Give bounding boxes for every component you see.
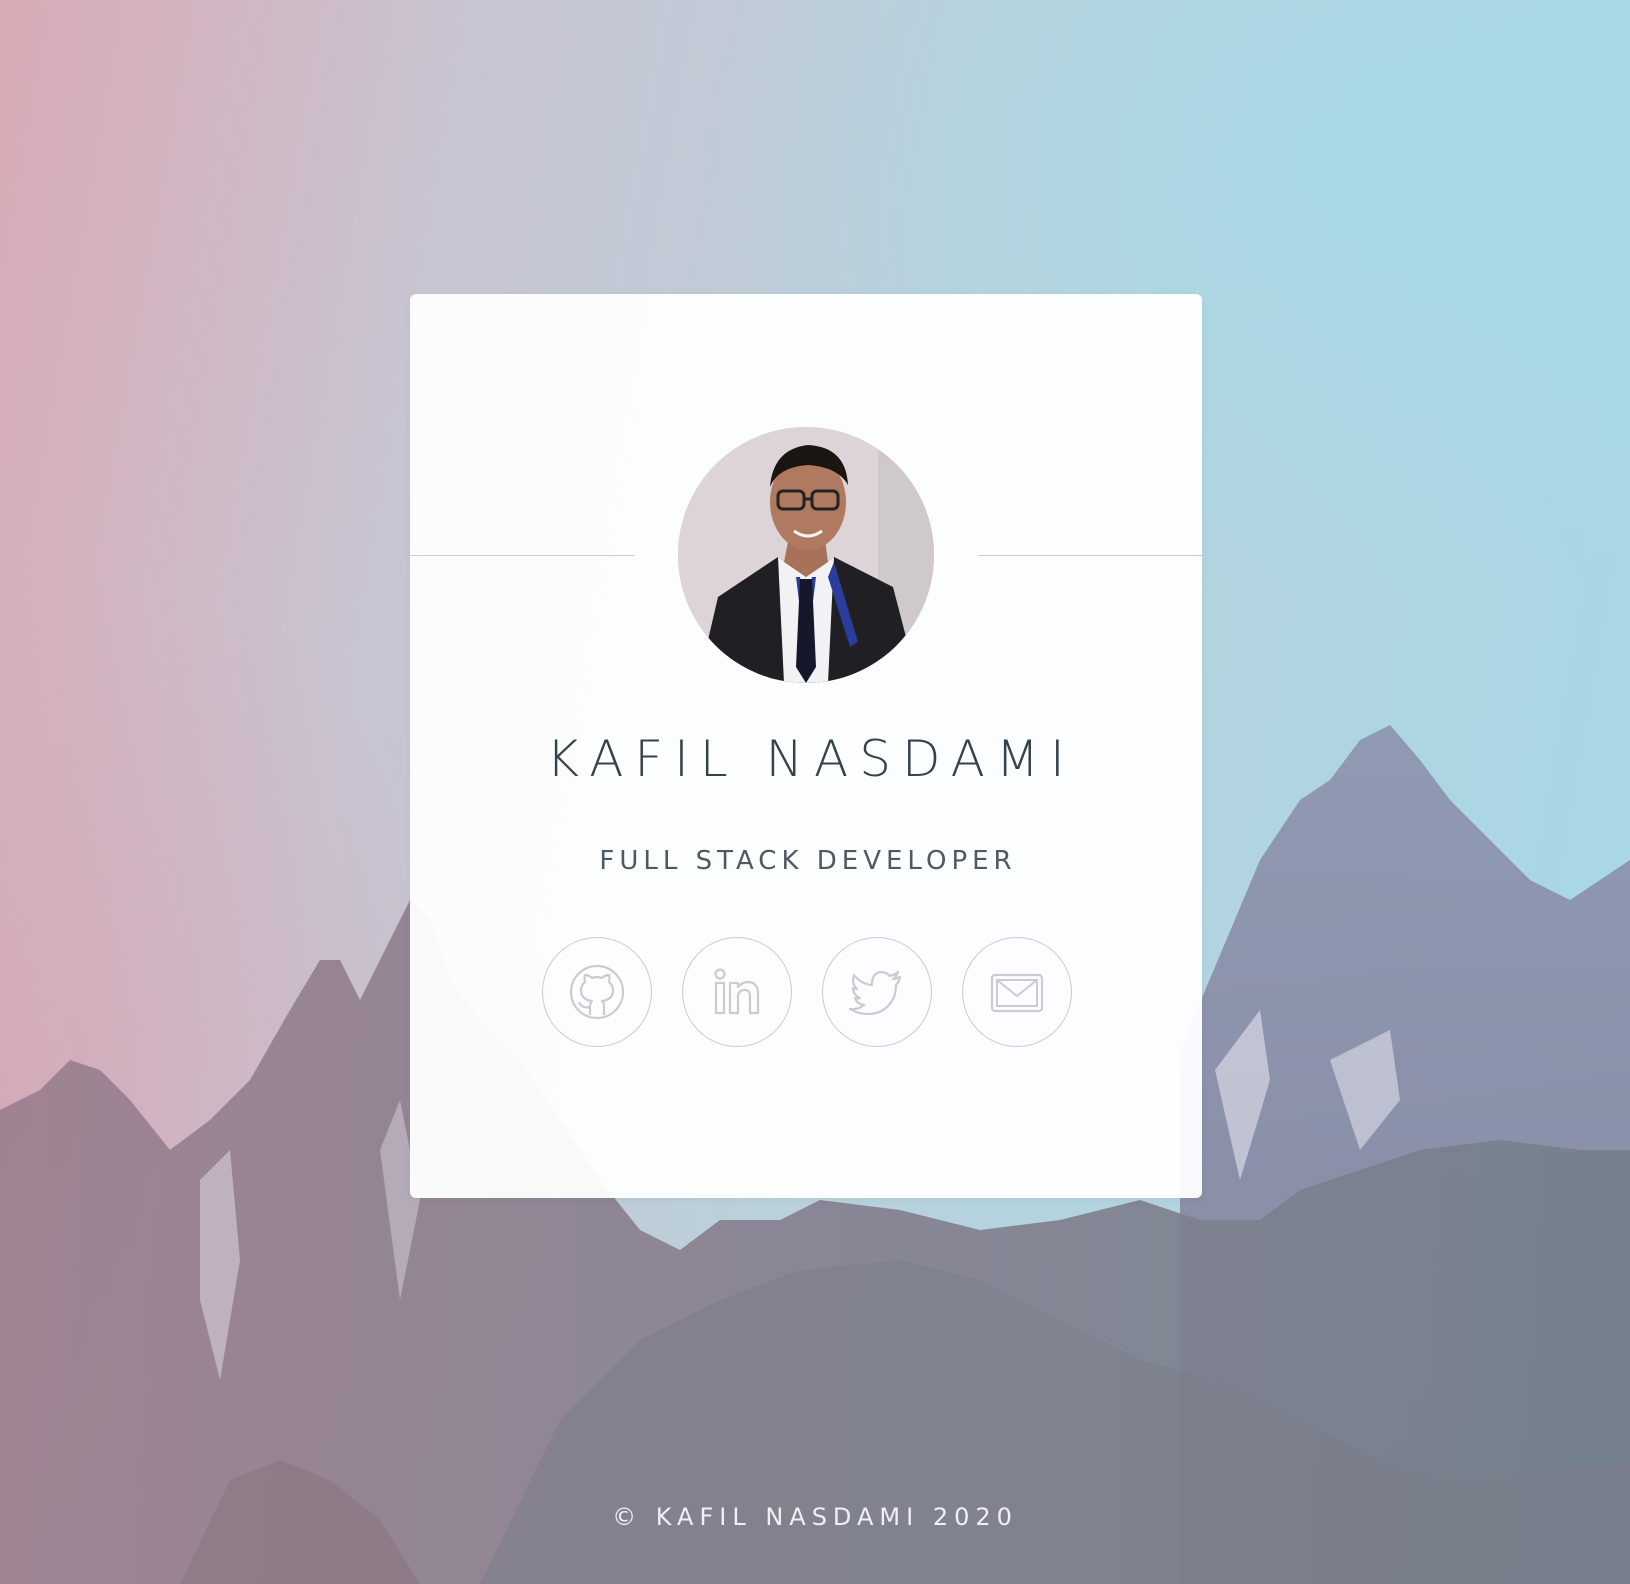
github-link[interactable] xyxy=(542,937,652,1047)
divider-left xyxy=(410,555,634,556)
divider-right xyxy=(978,555,1202,556)
profile-card: KAFIL NASDAMI FULL STACK DEVELOPER xyxy=(410,294,1202,1198)
twitter-icon xyxy=(848,970,902,1016)
profile-role: FULL STACK DEVELOPER xyxy=(599,846,1017,876)
footer-copyright: © KAFIL NASDAMI 2020 xyxy=(612,1503,1018,1531)
envelope-icon xyxy=(990,973,1044,1013)
linkedin-link[interactable] xyxy=(682,937,792,1047)
profile-name: KAFIL NASDAMI xyxy=(546,730,1076,788)
social-links xyxy=(542,937,1072,1047)
avatar-photo xyxy=(678,427,934,683)
github-icon xyxy=(569,964,625,1020)
twitter-link[interactable] xyxy=(822,937,932,1047)
email-link[interactable] xyxy=(962,937,1072,1047)
linkedin-icon xyxy=(714,968,760,1015)
avatar xyxy=(678,427,934,683)
